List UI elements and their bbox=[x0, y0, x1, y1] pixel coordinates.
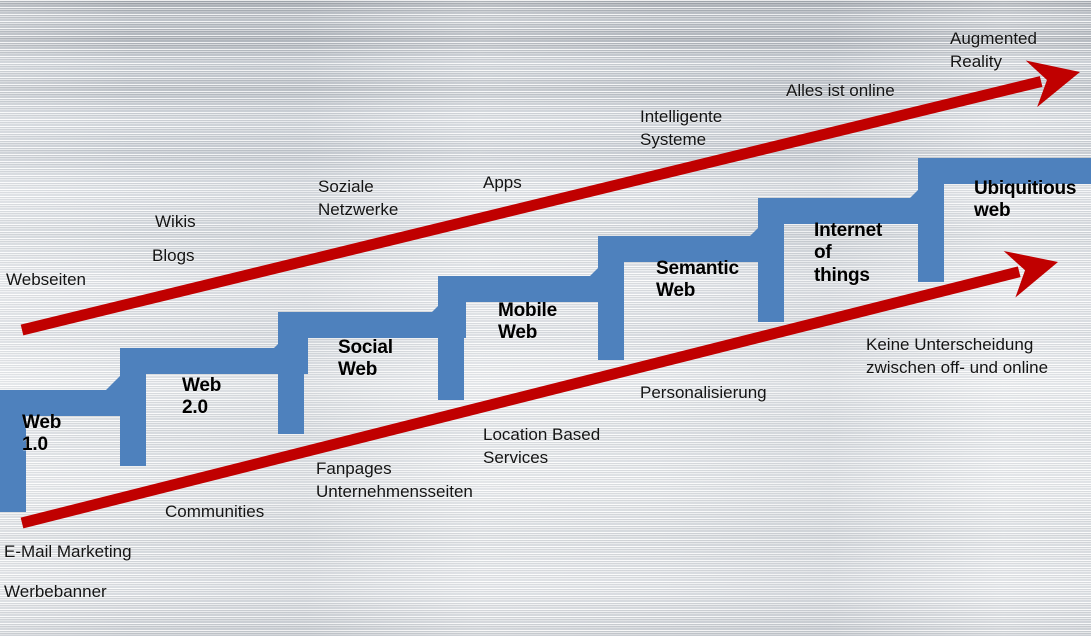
annotation-label: Location Based Services bbox=[483, 425, 601, 467]
annotation-label: E-Mail Marketing bbox=[4, 542, 132, 561]
annotation-label: Wikis bbox=[155, 212, 196, 231]
annotation-label: Intelligente Systeme bbox=[640, 107, 723, 149]
annotation-label: Communities bbox=[165, 502, 265, 521]
annotation-label: Soziale Netzwerke bbox=[318, 177, 399, 219]
annotation-label: Keine Unterscheidung zwischen off- und o… bbox=[866, 335, 1049, 377]
annotation-label: Fanpages Unternehmensseiten bbox=[316, 459, 473, 501]
annotation-label: Personalisierung bbox=[640, 383, 767, 402]
annotation-label: Apps bbox=[483, 173, 522, 192]
diagram-canvas: Web 1.0 Web 2.0 Social Web Mobile Web Semant… bbox=[0, 0, 1091, 636]
annotation-label: Werbebanner bbox=[4, 582, 107, 601]
annotation-label: Webseiten bbox=[6, 270, 87, 289]
annotation-label: Augmented Reality bbox=[950, 29, 1037, 71]
annotation-label: Alles ist online bbox=[786, 81, 895, 100]
annotation-label: Blogs bbox=[152, 246, 195, 265]
annotation-notes-layer: Webseiten Wikis Blogs Soziale Netzwerke Apps… bbox=[0, 0, 1091, 636]
